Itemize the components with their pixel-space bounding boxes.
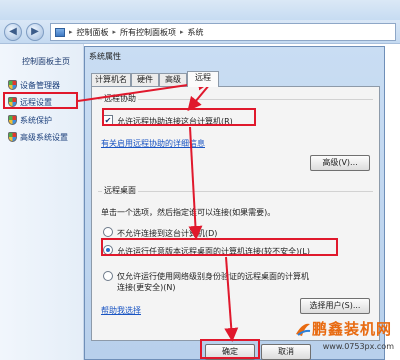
site-watermark: 鹏鑫装机网 www.0753px.com — [294, 318, 400, 360]
tab-advanced[interactable]: 高级 — [159, 73, 187, 87]
tab-hardware[interactable]: 硬件 — [131, 73, 159, 87]
advanced-button[interactable]: 高级(V)... — [310, 155, 370, 171]
remote-assist-group-label: 远程协助 — [102, 93, 138, 104]
chevron-right-icon: ▸ — [180, 28, 184, 36]
highlight-remote-assist-checkbox — [102, 108, 256, 126]
group-divider — [98, 99, 373, 100]
shield-icon — [8, 80, 17, 90]
nav-item-label: 高级系统设置 — [20, 132, 68, 142]
chevron-right-icon: ▸ — [69, 28, 73, 36]
breadcrumb-control-panel[interactable]: 控制面板 — [77, 27, 109, 38]
chevron-right-icon: ▸ — [112, 28, 117, 36]
system-properties-dialog: 系统属性 计算机名 硬件 高级 远程 远程协助 ✔ 允许远程协助连接这台计算机(… — [84, 46, 385, 360]
nav-item-label: 系统保护 — [20, 115, 52, 125]
nav-system-protection[interactable]: 系统保护 — [8, 113, 52, 127]
highlight-allow-any-radio — [101, 238, 338, 256]
watermark-logo-icon — [296, 323, 311, 336]
nav-item-label: 设备管理器 — [20, 80, 60, 90]
highlight-remote-settings — [3, 92, 78, 109]
remote-assist-help-link[interactable]: 有关启用远程协助的详细信息 — [101, 138, 205, 149]
control-panel-home-link[interactable]: 控制面板主页 — [22, 56, 70, 67]
remote-desktop-group-label: 远程桌面 — [102, 185, 138, 196]
window-titlebar — [0, 0, 400, 20]
remote-desktop-instruction: 单击一个选项，然后指定谁可以连接(如果需要)。 — [101, 208, 276, 217]
highlight-ok-button — [200, 339, 260, 359]
control-panel-icon — [55, 27, 65, 37]
select-users-button[interactable]: 选择用户(S)... — [300, 298, 370, 314]
watermark-title: 鹏鑫装机网 — [311, 320, 392, 338]
dialog-title: 系统属性 — [89, 52, 121, 61]
breadcrumb-system[interactable]: 系统 — [188, 27, 204, 38]
nav-advanced-settings[interactable]: 高级系统设置 — [8, 130, 68, 144]
radio-allow-nla-only[interactable] — [103, 271, 113, 281]
radio-deny-connections[interactable] — [103, 227, 113, 237]
address-row: ◀ ▶ ▸ 控制面板 ▸ 所有控制面板项 ▸ 系统 — [0, 20, 400, 44]
shield-icon — [8, 132, 17, 142]
help-me-choose-link[interactable]: 帮助我选择 — [101, 305, 141, 316]
breadcrumb-all-items[interactable]: 所有控制面板项 — [120, 27, 176, 38]
back-button[interactable]: ◀ — [4, 23, 22, 41]
forward-button[interactable]: ▶ — [26, 23, 44, 41]
watermark-url: www.0753px.com — [322, 342, 394, 351]
radio-nla-label-line2[interactable]: 连接(更安全)(N) — [117, 282, 175, 293]
tab-computer-name[interactable]: 计算机名 — [91, 73, 131, 87]
group-divider — [98, 191, 373, 192]
tab-remote[interactable]: 远程 — [187, 71, 219, 87]
address-bar[interactable]: ▸ 控制面板 ▸ 所有控制面板项 ▸ 系统 — [50, 23, 396, 41]
radio-nla-label-line1[interactable]: 仅允许运行使用网络级别身份验证的远程桌面的计算机 — [117, 271, 309, 282]
shield-icon — [8, 115, 17, 125]
nav-device-manager[interactable]: 设备管理器 — [8, 78, 60, 92]
